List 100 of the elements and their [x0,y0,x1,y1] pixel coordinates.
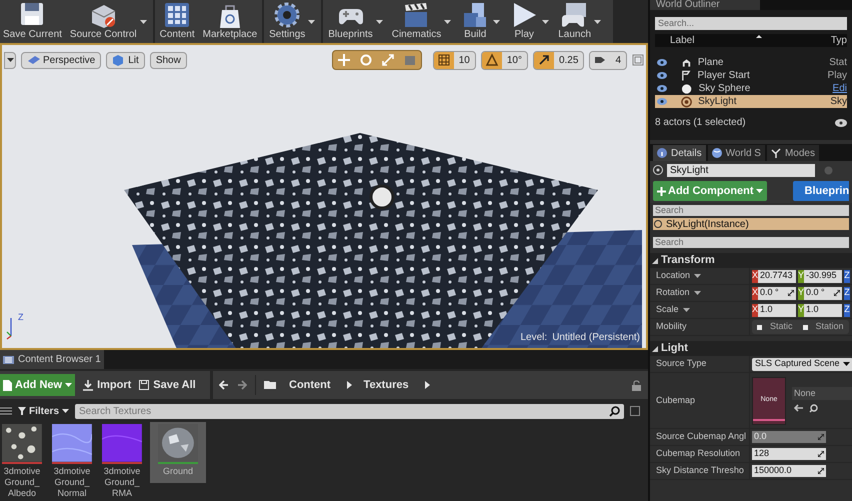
filters-button[interactable]: Filters [18,404,70,418]
number-field[interactable]: 1.0 [758,304,796,316]
number-field[interactable]: 150000.0 [752,465,826,477]
outliner-row[interactable]: SkyLight Sky [655,95,847,108]
document-icon [3,380,12,390]
number-field[interactable]: -30.995 [804,270,842,282]
blueprint-button[interactable]: Blueprin [792,181,849,201]
snap-toggle[interactable] [482,52,502,69]
caret-icon [6,58,14,62]
toolbar-button[interactable]: Build [457,0,494,44]
number-field[interactable]: 20.7743 [758,270,796,282]
add-new-button[interactable]: Add New [0,374,76,396]
camera-icon [27,54,40,66]
caret-icon [756,189,763,193]
texture-thumbnail [52,424,92,462]
toolbar-button[interactable]: Marketplace [200,0,260,44]
column-header[interactable]: Label [655,33,831,48]
number-field[interactable]: 1.0 [804,304,842,316]
type-cell-text: Sky [830,95,847,109]
back-button[interactable] [219,380,229,390]
asset-tile[interactable]: 3dmotive Ground_ Albedo [0,422,44,501]
asset-picker-field[interactable]: None [792,386,852,400]
panel-tab[interactable]: Modes [766,145,819,161]
property-label: Source Type [656,357,706,370]
search-field[interactable]: Search [653,237,849,248]
mesh-icon [680,56,692,68]
outliner-row[interactable]: Plane Stat [655,56,847,69]
axis-label: Y [798,304,804,316]
import-button[interactable]: Import [83,376,132,394]
actor-count: 8 actors (1 selected) [655,116,746,130]
outliner-row[interactable]: Sky Sphere Edi [655,82,847,95]
caret-icon [65,383,72,387]
right-arrow-icon [237,380,247,390]
number-field[interactable]: 128 [752,448,826,460]
info-icon [657,148,667,158]
search-field[interactable]: Search... [655,17,847,30]
view-mode-button[interactable]: Lit [106,52,145,69]
forward-button[interactable] [237,380,247,390]
path-crumb[interactable]: Content [289,376,331,394]
panel-tab[interactable]: World S [708,145,765,161]
number-field[interactable]: 0.0 ° [758,286,796,300]
snap-toggle[interactable] [534,52,554,69]
axis-label: X [752,304,758,316]
axis-label: X [752,286,758,300]
asset-tile[interactable]: Ground [150,422,206,483]
sky-light-icon [652,165,664,175]
component-row[interactable]: SkyLight(Instance) [653,218,849,230]
outliner-row[interactable]: Player Start Play [655,69,847,82]
eye-icon[interactable] [657,72,667,79]
cube-icon [112,54,126,66]
search-field[interactable]: Search Textures [75,404,624,418]
axis-label: Z [844,304,850,316]
content-browser-tab[interactable]: Content Browser 1 [0,350,104,369]
toolbar-button[interactable]: Blueprints [325,0,376,44]
add-component-button[interactable]: Add Component [653,181,767,201]
rotate-icon [358,53,373,68]
level-name: Untitled (Persistent) [552,331,640,345]
name-field[interactable]: SkyLight [667,164,815,176]
sky-light-icon [681,96,692,108]
viewport-options-button[interactable] [4,52,16,69]
toolbar-button[interactable]: Source Control [66,0,140,44]
resize-arrows-icon [834,290,840,296]
path-crumb[interactable]: Textures [364,376,409,394]
number-field: 0.0 [752,431,826,443]
property-label: Scale [656,303,679,316]
view-mode-button[interactable]: Perspective [21,52,102,69]
search-field[interactable]: Search [653,205,849,216]
section-header[interactable]: Light [650,341,852,356]
mobility-option[interactable]: Static [752,320,798,334]
dropdown[interactable]: SLS Captured Scene [752,358,852,370]
property-label: Mobility [656,320,687,334]
mobility-option[interactable]: Station [798,320,849,334]
asset-tile[interactable]: 3dmotive Ground_ Normal [50,422,94,501]
toolbar-button[interactable]: Play [506,0,542,44]
globe-icon [712,148,722,158]
type-cell-text: Stat [829,56,847,70]
axis-label: Z [844,286,850,300]
section-header[interactable]: Transform [650,253,852,268]
asset-tile[interactable]: 3dmotive Ground_ RMA [100,422,144,501]
world-outliner-tab[interactable]: World Outliner [650,0,760,10]
resize-arrows-icon [818,434,824,440]
column-header[interactable]: Typ [830,33,847,48]
toolbar-button[interactable]: Launch [555,0,594,44]
number-field[interactable]: 0.0 ° [804,286,842,300]
toolbar-button[interactable]: Settings [266,0,308,44]
toolbar-button[interactable]: Save Current [0,0,65,44]
toolbar-button[interactable]: Cinematics [388,0,444,44]
panel-tab[interactable]: Details [653,145,706,161]
toolbar-button[interactable]: Content [156,0,198,44]
property-label: Source Cubemap Angl [656,430,746,444]
eye-icon[interactable] [657,98,667,105]
axis-label: Y [798,270,804,282]
eye-icon[interactable] [657,85,667,92]
eye-icon[interactable] [657,59,667,66]
view-mode-button[interactable]: Show [150,52,187,69]
save-all-button[interactable]: Save All [139,376,196,394]
snap-toggle[interactable] [434,52,454,69]
property-label: Cubemap Resolution [656,447,740,460]
type-cell[interactable]: Edi [832,81,847,96]
texture-thumbnail [102,424,142,462]
